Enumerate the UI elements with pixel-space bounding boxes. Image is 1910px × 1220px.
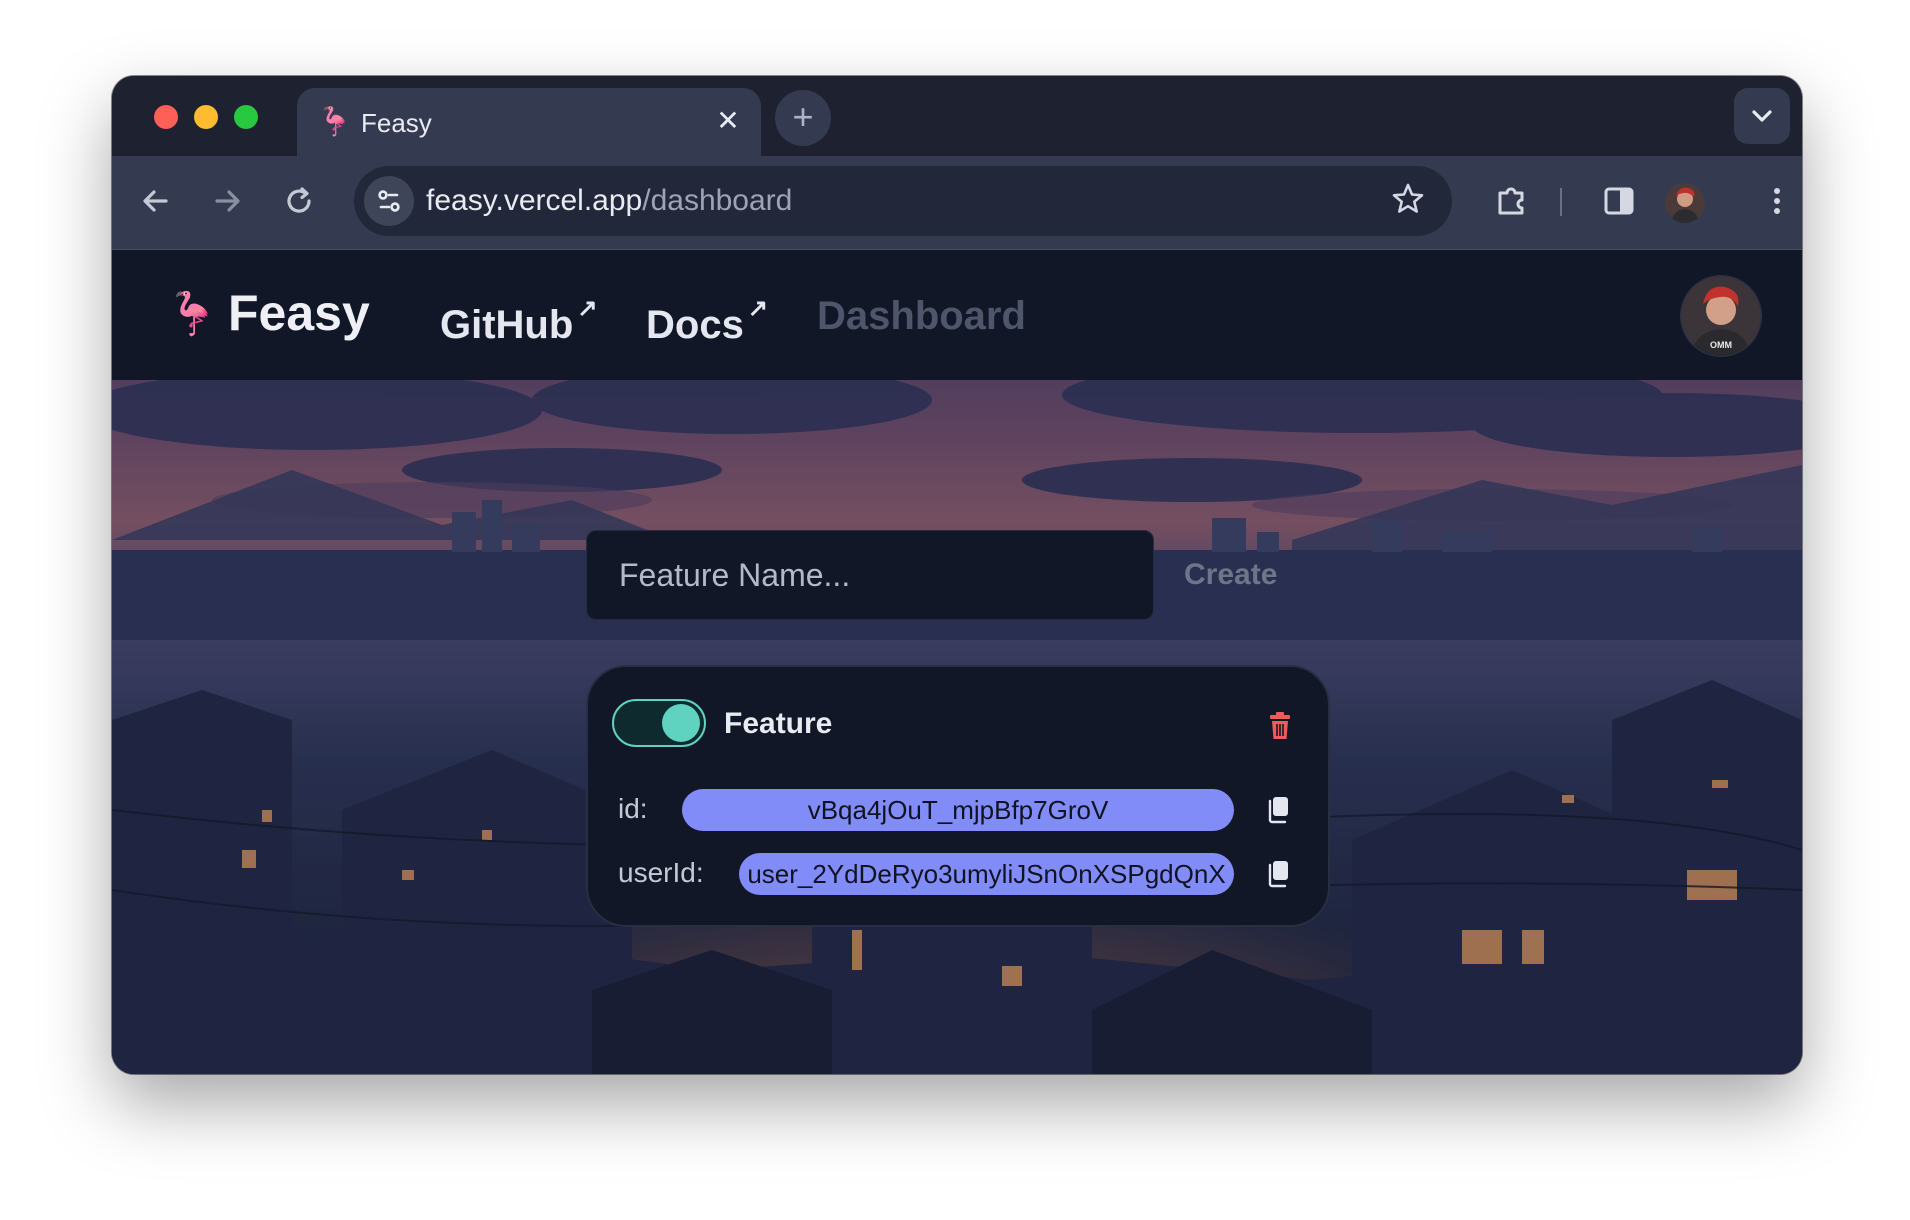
copy-user-id-button[interactable] xyxy=(1258,853,1298,895)
external-link-icon: ↗ xyxy=(747,295,768,322)
id-label: id: xyxy=(618,793,648,824)
copy-icon xyxy=(1268,797,1288,824)
browser-tab[interactable]: 🦩 Feasy ✕ xyxy=(297,88,761,156)
url-host: feasy.vercel.app xyxy=(426,184,643,217)
page-viewport: 🦩 Feasy GitHub↗ Docs↗ Dashboard OMM Crea… xyxy=(112,250,1802,1074)
reload-icon xyxy=(287,187,311,213)
nav-link-github[interactable]: GitHub ↗ xyxy=(440,294,597,348)
trash-icon xyxy=(1270,712,1290,739)
feature-toggle[interactable] xyxy=(612,699,706,747)
arrow-right-icon xyxy=(215,190,240,212)
svg-text:OMM: OMM xyxy=(1710,340,1732,350)
nav-link-docs-label: Docs xyxy=(646,303,744,347)
user-avatar[interactable]: OMM xyxy=(1680,275,1762,357)
create-button[interactable]: Create xyxy=(1184,550,1277,600)
user-id-value[interactable]: user_2YdDeRyo3umyliJSnOnXSPgdQnX xyxy=(739,853,1234,895)
url-text: feasy.vercel.app/dashboard xyxy=(426,184,792,218)
app-navbar: 🦩 Feasy GitHub ↗ Docs ↗ Dashboard OMM xyxy=(112,250,1802,380)
feature-id-value[interactable]: vBqa4jOuT_mjpBfp7GroV xyxy=(682,789,1234,831)
tab-title: Feasy xyxy=(361,108,432,138)
bookmark-star-icon[interactable] xyxy=(1390,181,1426,225)
forward-button[interactable] xyxy=(203,177,251,225)
site-info-button[interactable] xyxy=(364,176,414,226)
tab-strip: 🦩 Feasy ✕ + xyxy=(112,76,1802,156)
back-button[interactable] xyxy=(132,177,180,225)
toggle-knob xyxy=(662,704,700,742)
flamingo-logo-icon: 🦩 xyxy=(166,290,219,337)
extensions-icon[interactable] xyxy=(1488,177,1536,225)
side-panel-icon[interactable] xyxy=(1595,177,1643,225)
tab-search-button[interactable] xyxy=(1734,88,1790,144)
flamingo-icon: 🦩 xyxy=(317,106,352,137)
user-id-label: userId: xyxy=(618,857,704,888)
url-path: /dashboard xyxy=(642,184,793,217)
reload-button[interactable] xyxy=(275,177,323,225)
browser-toolbar: feasy.vercel.app/dashboard xyxy=(112,156,1802,250)
profile-avatar[interactable] xyxy=(1665,183,1705,223)
nav-link-dashboard[interactable]: Dashboard xyxy=(817,294,1026,339)
browser-window: 🦩 Feasy ✕ + feasy.vercel.app/dashboard 🦩… xyxy=(112,76,1802,1074)
toolbar-divider xyxy=(1560,188,1562,216)
minimize-window-button[interactable] xyxy=(194,105,218,129)
arrow-left-icon xyxy=(143,190,168,212)
feature-card: Feature id: vBqa4jOuT_mjpBfp7GroV userId… xyxy=(586,665,1330,927)
maximize-window-button[interactable] xyxy=(234,105,258,129)
tab-close-icon[interactable]: ✕ xyxy=(711,104,745,138)
menu-kebab-icon[interactable] xyxy=(1753,177,1801,225)
copy-icon xyxy=(1268,861,1288,888)
nav-link-docs[interactable]: Docs ↗ xyxy=(646,294,768,348)
new-tab-button[interactable]: + xyxy=(775,90,831,146)
nav-link-github-label: GitHub xyxy=(440,303,574,347)
copy-id-button[interactable] xyxy=(1258,789,1298,831)
brand-name[interactable]: Feasy xyxy=(228,284,370,342)
feature-name-input[interactable] xyxy=(586,530,1154,620)
address-bar[interactable]: feasy.vercel.app/dashboard xyxy=(354,166,1452,236)
tune-icon xyxy=(378,190,400,212)
delete-feature-button[interactable] xyxy=(1258,703,1302,747)
external-link-icon: ↗ xyxy=(577,295,598,322)
close-window-button[interactable] xyxy=(154,105,178,129)
chevron-down-icon xyxy=(1752,110,1772,122)
feature-name: Feature xyxy=(724,707,833,740)
